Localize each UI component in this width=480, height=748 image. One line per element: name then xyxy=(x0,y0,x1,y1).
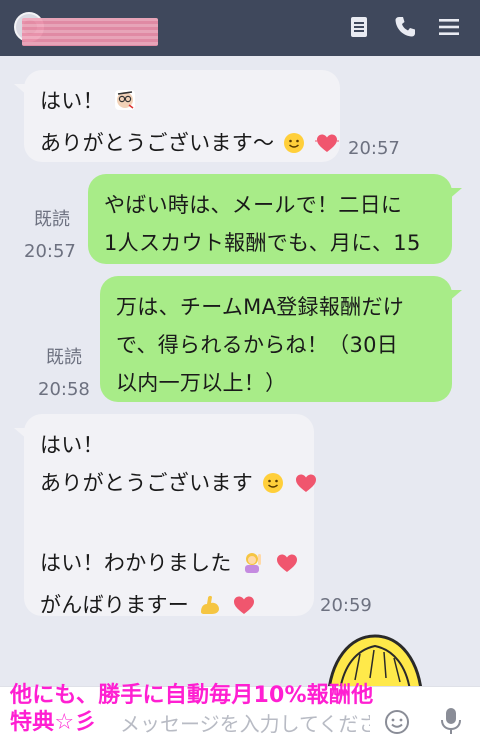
message-bubble-outgoing[interactable]: 万は、チームMA登録報酬だけ で、得られるからね！（30日 以内一万以上！） xyxy=(100,276,462,402)
message-text xyxy=(40,506,298,544)
memo-icon[interactable] xyxy=(346,14,372,40)
nerd-face-icon xyxy=(113,86,137,124)
message-timestamp: 20:57 xyxy=(24,241,76,262)
message-text: はい！わかりました xyxy=(40,551,232,575)
message-text: ありがとうございます〜 xyxy=(40,131,275,155)
chat-header xyxy=(0,0,480,56)
message-bubble-incoming[interactable]: はい！ ありがとうございます〜 xyxy=(14,70,340,162)
chat-area[interactable]: はい！ ありがとうございます〜 20:57 既読 20:57 やばい時は、メール… xyxy=(0,56,480,686)
message-text: で、得られるからね！（30日 xyxy=(116,333,399,357)
message-text: がんばりますー xyxy=(40,593,190,617)
flexed-biceps-icon xyxy=(198,590,222,628)
phone-icon[interactable] xyxy=(392,14,418,40)
read-receipt: 既読 xyxy=(34,209,70,230)
smiley-icon xyxy=(283,128,305,166)
message-timestamp: 20:59 xyxy=(320,595,372,616)
promo-line-1: 他にも、勝手に自動毎月10%報酬他 xyxy=(10,683,374,708)
message-text: 以内一万以上！） xyxy=(116,371,287,395)
heart-icon xyxy=(231,590,257,628)
read-receipt: 既読 xyxy=(46,347,82,368)
message-timestamp: 20:58 xyxy=(38,379,90,400)
promo-overlay-text: 他にも、勝手に自動毎月10%報酬他 特典☆彡 xyxy=(10,682,470,736)
menu-icon[interactable] xyxy=(436,14,462,40)
message-text: はい！ xyxy=(40,89,104,113)
person-raising-hand-icon xyxy=(241,548,265,586)
smiley-icon xyxy=(262,468,284,506)
message-timestamp: 20:57 xyxy=(348,138,400,159)
contact-name-redacted[interactable] xyxy=(22,18,158,46)
message-bubble-outgoing[interactable]: やばい時は、メールで！二日に 1人スカウト報酬でも、月に、15 xyxy=(88,174,462,264)
message-text: 1人スカウト報酬でも、月に、15 xyxy=(104,231,421,255)
message-text: ありがとうございます xyxy=(40,471,253,495)
message-text: やばい時は、メールで！二日に xyxy=(104,193,403,217)
promo-line-2: 特典☆彡 xyxy=(10,710,97,735)
heart-icon xyxy=(293,468,319,506)
heart-icon xyxy=(314,128,340,166)
heart-icon xyxy=(274,548,300,586)
message-bubble-incoming[interactable]: はい！ ありがとうございます はい！わかりました がんばりますー xyxy=(14,414,316,617)
message-text: 万は、チームMA登録報酬だけ xyxy=(116,295,405,319)
message-text: はい！ xyxy=(40,433,104,457)
